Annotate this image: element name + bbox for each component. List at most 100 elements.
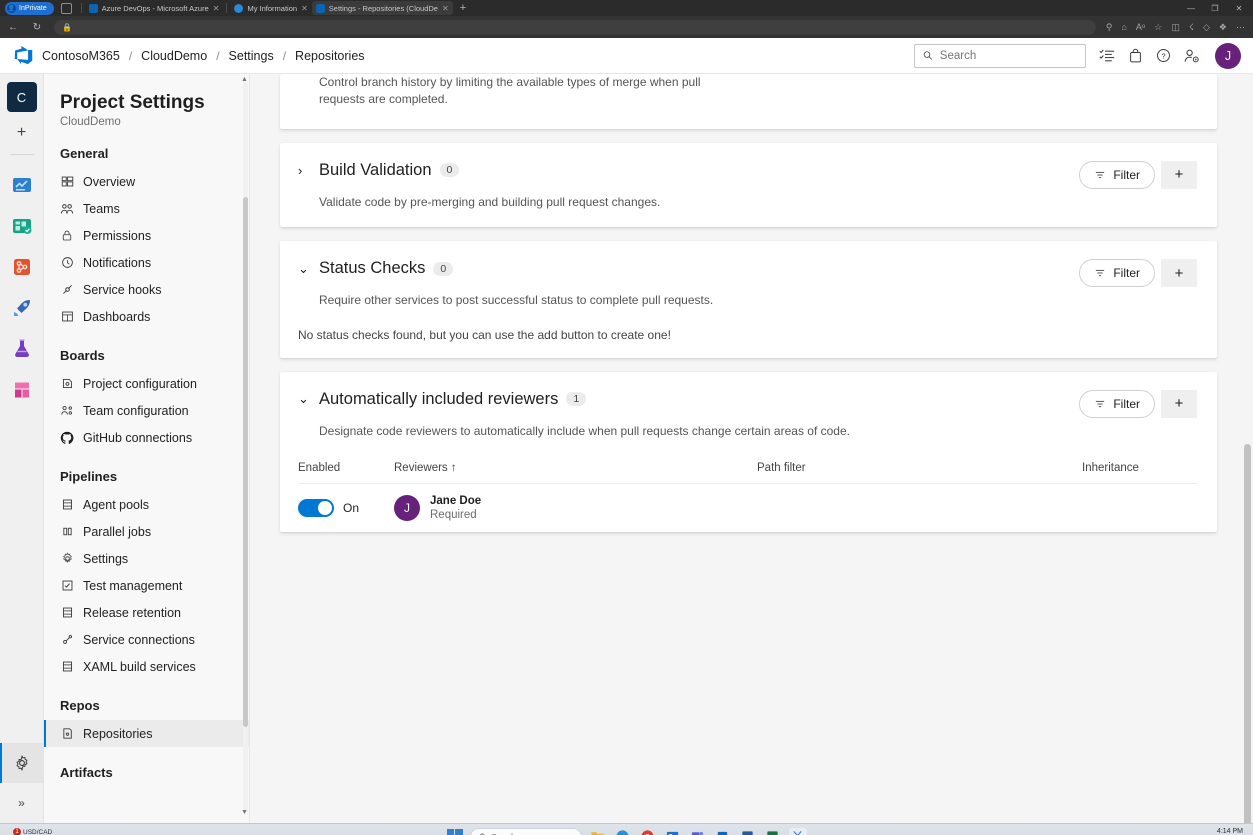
chrome-icon[interactable] <box>639 828 657 835</box>
inprivate-badge[interactable]: 👤 InPrivate <box>5 2 54 15</box>
browser-tab-2[interactable]: My Information ✕ <box>230 1 311 15</box>
column-header-reviewers[interactable]: Reviewers ↑ <box>394 462 757 474</box>
rail-item-test-plans[interactable] <box>7 334 37 364</box>
sidebar-item-repositories[interactable]: Repositories <box>44 720 249 747</box>
taskbar-widget[interactable]: 1 USD/CAD -0.27% <box>4 829 52 835</box>
enabled-toggle[interactable] <box>298 499 334 517</box>
start-button-icon[interactable] <box>447 829 463 835</box>
azure-devops-logo[interactable] <box>10 45 36 66</box>
edge-icon[interactable] <box>614 828 632 835</box>
read-aloud-icon[interactable]: Aᵒ <box>1136 22 1145 32</box>
close-icon[interactable]: ✕ <box>301 4 308 13</box>
filter-button[interactable]: Filter <box>1079 259 1155 287</box>
sidebar-scrollbar[interactable]: ▲ ▼ <box>243 82 248 812</box>
breadcrumb-repositories[interactable]: Repositories <box>295 49 364 63</box>
add-new-button[interactable]: + <box>17 124 26 142</box>
sidebar-item-service-hooks[interactable]: Service hooks <box>44 276 249 303</box>
store-icon[interactable] <box>714 828 732 835</box>
sidebar-item-notifications[interactable]: Notifications <box>44 249 249 276</box>
add-build-validation-button[interactable]: + <box>1161 161 1197 189</box>
column-header-inheritance[interactable]: Inheritance <box>1082 462 1197 474</box>
enabled-toggle-wrap[interactable]: On <box>298 499 394 517</box>
sidebar-item-test-management[interactable]: Test management <box>44 572 249 599</box>
filter-button[interactable]: Filter <box>1079 161 1155 189</box>
browser-tab-3[interactable]: Settings - Repositories (CloudDe ✕ <box>312 1 453 15</box>
help-question-icon[interactable]: ? <box>1156 48 1171 63</box>
task-list-icon[interactable] <box>1099 48 1115 64</box>
chevron-down-icon[interactable]: ⌄ <box>298 391 311 407</box>
sidebar-item-overview[interactable]: Overview <box>44 168 249 195</box>
minimize-button[interactable]: — <box>1179 4 1203 13</box>
main-scrollbar[interactable] <box>1244 74 1251 823</box>
column-header-path-filter[interactable]: Path filter <box>757 462 1082 474</box>
home-icon[interactable]: ⌂ <box>1121 22 1126 32</box>
user-settings-icon[interactable] <box>1184 48 1200 64</box>
sidebar-item-team-configuration[interactable]: Team configuration <box>44 397 249 424</box>
marketplace-bag-icon[interactable] <box>1128 48 1143 63</box>
favorite-star-icon[interactable]: ☆ <box>1154 22 1162 33</box>
chevron-down-icon[interactable]: ⌄ <box>298 261 311 277</box>
table-row[interactable]: On J Jane Doe Required <box>298 484 1197 532</box>
breadcrumb-settings[interactable]: Settings <box>229 49 274 63</box>
rail-item-pipelines[interactable] <box>7 293 37 323</box>
outlook-icon[interactable] <box>664 828 682 835</box>
tab-actions-icon[interactable] <box>61 3 72 14</box>
breadcrumb-project[interactable]: CloudDemo <box>141 49 207 63</box>
maximize-button[interactable]: ❐ <box>1203 4 1227 13</box>
split-screen-icon[interactable]: ◫ <box>1171 22 1180 33</box>
taskbar-clock[interactable]: 4:14 PM 9/18/2023 <box>1212 828 1249 835</box>
taskbar-search[interactable]: Search <box>470 828 582 835</box>
teams-icon[interactable] <box>689 828 707 835</box>
address-bar[interactable]: 🔒 <box>54 20 1096 35</box>
expand-rail-button[interactable]: » <box>0 783 43 823</box>
browser-tab-1[interactable]: Azure DevOps - Microsoft Azure ✕ <box>85 1 224 15</box>
filter-button[interactable]: Filter <box>1079 390 1155 418</box>
sidebar-item-pipelines-settings[interactable]: Settings <box>44 545 249 572</box>
sidebar-item-release-retention[interactable]: Release retention <box>44 599 249 626</box>
file-explorer-icon[interactable] <box>589 828 607 835</box>
avatar[interactable]: J <box>1215 43 1241 69</box>
sidebar-item-service-connections[interactable]: Service connections <box>44 626 249 653</box>
sidebar-item-teams[interactable]: Teams <box>44 195 249 222</box>
project-avatar[interactable]: C <box>7 82 37 112</box>
zoom-icon[interactable]: ⚲ <box>1106 22 1113 33</box>
sidebar-item-permissions[interactable]: Permissions <box>44 222 249 249</box>
sidebar-item-xaml-build-services[interactable]: XAML build services <box>44 653 249 680</box>
search-box[interactable] <box>914 44 1086 68</box>
search-input[interactable] <box>940 50 1077 62</box>
sidebar-item-dashboards[interactable]: Dashboards <box>44 303 249 330</box>
sidebar-item-github-connections[interactable]: GitHub connections <box>44 424 249 451</box>
rail-item-boards[interactable] <box>7 211 37 241</box>
close-icon[interactable]: ✕ <box>213 4 220 13</box>
column-header-enabled[interactable]: Enabled <box>298 462 394 474</box>
breadcrumb-organization[interactable]: ContosoM365 <box>42 49 120 63</box>
sidebar-item-agent-pools[interactable]: Agent pools <box>44 491 249 518</box>
rail-item-repos[interactable] <box>7 252 37 282</box>
add-reviewer-button[interactable]: + <box>1161 390 1197 418</box>
scrollbar-thumb[interactable] <box>1244 444 1251 823</box>
card-header-left[interactable]: ⌄ Status Checks 0 <box>298 259 453 278</box>
back-arrow-icon[interactable]: ← <box>6 22 20 33</box>
add-status-check-button[interactable]: + <box>1161 259 1197 287</box>
more-options-icon[interactable]: ⋯ <box>1236 22 1245 33</box>
word-icon[interactable]: W <box>739 828 757 835</box>
close-button[interactable]: ✕ <box>1227 4 1251 13</box>
new-tab-button[interactable]: + <box>453 2 473 14</box>
scroll-down-arrow[interactable]: ▼ <box>241 809 248 816</box>
sidebar-item-project-configuration[interactable]: Project configuration <box>44 370 249 397</box>
scroll-up-arrow[interactable]: ▲ <box>241 76 248 83</box>
chevron-right-icon[interactable]: › <box>298 163 311 178</box>
rail-item-overview[interactable] <box>7 170 37 200</box>
excel-icon[interactable]: X <box>764 828 782 835</box>
sidebar-item-parallel-jobs[interactable]: Parallel jobs <box>44 518 249 545</box>
rail-item-project-settings[interactable] <box>0 743 43 783</box>
collections-icon[interactable]: ☇ <box>1189 22 1194 33</box>
rail-item-artifacts[interactable] <box>7 375 37 405</box>
card-header-left[interactable]: › Build Validation 0 <box>298 161 459 180</box>
refresh-icon[interactable]: ↻ <box>30 22 44 33</box>
copilot-icon[interactable]: ❖ <box>1219 22 1227 33</box>
card-header-left[interactable]: ⌄ Automatically included reviewers 1 <box>298 390 586 409</box>
scrollbar-thumb[interactable] <box>243 197 248 727</box>
close-icon[interactable]: ✕ <box>442 4 449 13</box>
snipping-tool-icon[interactable] <box>789 828 807 835</box>
